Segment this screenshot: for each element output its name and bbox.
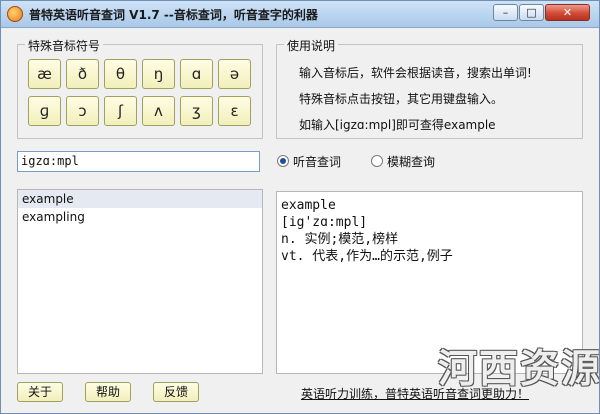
feedback-button[interactable]: 反馈 [153, 382, 199, 402]
help-group: 使用说明 输入音标后，软件会根据读音，搜索出单词! 特殊音标点击按钮，其它用键盘… [276, 37, 583, 139]
symbol-button-alpha[interactable]: ɑ [180, 59, 213, 89]
symbol-button-ezh[interactable]: ʒ [180, 96, 213, 126]
symbols-group: 特殊音标符号 æ ð θ ŋ ɑ ə ɡ ɔ ʃ ʌ ʒ ɛ [17, 37, 263, 139]
symbol-button-eth[interactable]: ð [66, 59, 99, 89]
minimize-button[interactable]: – [493, 4, 518, 21]
maximize-button[interactable]: □ [519, 4, 544, 21]
help-group-title: 使用说明 [284, 37, 339, 54]
app-window: 普特英语听音查词 V1.7 --音标查词，听音查字的利器 – □ ✕ 特殊音标符… [0, 0, 600, 414]
list-item[interactable]: exampling [18, 208, 262, 226]
definition-word: example [281, 198, 336, 213]
symbol-button-script-g[interactable]: ɡ [28, 96, 61, 126]
symbol-button-esh[interactable]: ʃ [104, 96, 137, 126]
watermark: 河西资源 [438, 347, 600, 392]
symbol-button-wedge[interactable]: ʌ [142, 96, 175, 126]
help-line-1: 输入音标后，软件会根据读音，搜索出单词! [299, 66, 532, 80]
symbol-button-open-o[interactable]: ɔ [66, 96, 99, 126]
definition-verb: vt. 代表,作为…的示范,例子 [281, 249, 453, 264]
list-item[interactable]: example [18, 190, 262, 208]
symbol-button-theta[interactable]: θ [104, 59, 137, 89]
help-button[interactable]: 帮助 [85, 382, 131, 402]
symbol-button-ae[interactable]: æ [28, 59, 61, 89]
symbols-group-title: 特殊音标符号 [25, 37, 104, 54]
title-bar[interactable]: 普特英语听音查词 V1.7 --音标查词，听音查字的利器 – □ ✕ [1, 1, 599, 28]
phonetic-search-input[interactable]: igzɑ:mpl [17, 151, 260, 172]
mode-radio-listen[interactable] [277, 155, 289, 167]
symbol-button-eng[interactable]: ŋ [142, 59, 175, 89]
help-line-2: 特殊音标点击按钮，其它用键盘输入。 [299, 92, 504, 106]
definition-phonetic: [ig'zɑ:mpl] [281, 215, 368, 230]
definition-noun: n. 实例;模范,榜样 [281, 232, 399, 247]
symbol-button-schwa[interactable]: ə [218, 59, 251, 89]
about-button[interactable]: 关于 [17, 382, 63, 402]
app-icon [7, 6, 23, 22]
window-title: 普特英语听音查词 V1.7 --音标查词，听音查字的利器 [29, 8, 318, 22]
help-line-3: 如输入[igzɑ:mpl]即可查得example [299, 118, 496, 132]
results-list[interactable]: example exampling [17, 189, 263, 374]
symbol-button-open-e[interactable]: ɛ [218, 96, 251, 126]
mode-label-listen[interactable]: 听音查词 [293, 153, 341, 170]
mode-radio-fuzzy[interactable] [371, 155, 383, 167]
close-button[interactable]: ✕ [545, 4, 590, 21]
mode-label-fuzzy[interactable]: 模糊查询 [387, 153, 435, 170]
